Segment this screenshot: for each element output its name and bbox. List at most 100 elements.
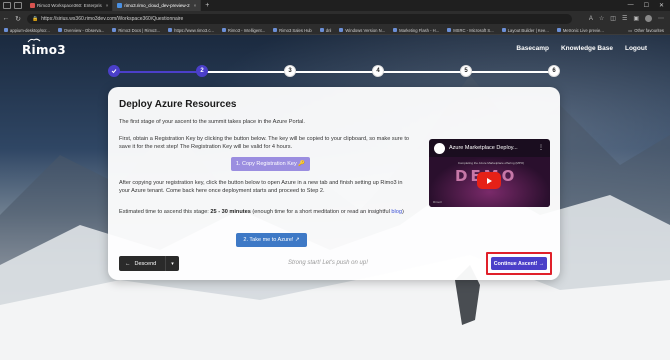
- estimate-end: ): [401, 209, 404, 215]
- bookmark-icon: [57, 28, 62, 32]
- bookmark-label: Metronic Live previe...: [562, 27, 604, 33]
- azure-button-label: 2. Take me to Azure!: [243, 237, 294, 243]
- video-embed[interactable]: Azure Marketplace Deploy... ⋮ Completing…: [429, 139, 550, 207]
- estimate-duration: 25 - 30 minutes: [210, 209, 251, 215]
- arrow-right-icon: →: [538, 260, 545, 267]
- favorite-star-icon[interactable]: ☆: [599, 15, 604, 22]
- step-connector-done: [114, 71, 202, 73]
- bookmark-label: appium-desktop/scr...: [10, 27, 50, 33]
- step-6: 6: [548, 65, 560, 77]
- step-4: 4: [372, 65, 384, 77]
- bookmark-label: Rimo3 - Intelligent...: [227, 27, 266, 33]
- collections-icon[interactable]: ▣: [633, 15, 639, 22]
- bookmark-icon: [339, 28, 344, 32]
- bookmark-item[interactable]: Rimo3 Sales Hub: [269, 28, 316, 33]
- bookmark-item[interactable]: Windows Version N...: [335, 28, 389, 33]
- step-5: 5: [460, 65, 472, 77]
- video-title[interactable]: Azure Marketplace Deploy...: [449, 145, 518, 151]
- bookmark-icon: [319, 28, 324, 32]
- other-favourites-label: Other favourites: [634, 27, 664, 33]
- nav-basecamp[interactable]: Basecamp: [516, 45, 549, 52]
- profile-avatar[interactable]: [645, 15, 652, 22]
- browser-tab-bar: Rimo3 Workspace360: Enterpris × rimo3.ri…: [0, 0, 670, 11]
- bookmark-icon: [4, 28, 8, 32]
- lock-icon: 🔒: [32, 15, 39, 22]
- tab-label: Rimo3 Workspace360: Enterpris: [37, 3, 102, 8]
- minimize-icon[interactable]: —: [628, 2, 634, 9]
- step-1-complete: [108, 65, 120, 77]
- bookmark-item[interactable]: Layout Builder | Kee...: [498, 28, 553, 33]
- split-screen-icon[interactable]: ◫: [610, 15, 616, 22]
- close-icon[interactable]: ×: [194, 3, 197, 8]
- external-link-icon: ↗: [294, 237, 300, 243]
- bookmark-icon: [168, 28, 173, 32]
- favorites-icon[interactable]: ☰: [622, 15, 627, 22]
- url-field[interactable]: 🔒 https://sirius.ws360.rimo3dev.com/Work…: [27, 13, 572, 24]
- chevron-down-icon[interactable]: ▾: [165, 256, 179, 271]
- checkmark-icon: [111, 69, 117, 74]
- nav-logout[interactable]: Logout: [625, 45, 647, 52]
- blog-link[interactable]: blog: [391, 209, 402, 215]
- play-button[interactable]: [477, 172, 501, 189]
- azure-instructions: After copying your registration key, cli…: [119, 180, 403, 194]
- estimate-prefix: Estimated time to ascend this stage:: [119, 209, 211, 215]
- bookmark-item[interactable]: appium-desktop/scr...: [0, 28, 54, 33]
- back-icon[interactable]: ←: [0, 15, 12, 22]
- window-controls: — ☐ ✕: [628, 2, 670, 9]
- bookmark-label: dnl: [325, 27, 332, 33]
- step-2-current: 2: [196, 65, 208, 77]
- bookmark-icon: [447, 28, 452, 32]
- bookmark-item[interactable]: Rimo3 Docs | Rimo3...: [108, 28, 164, 33]
- bookmark-item[interactable]: dnl: [316, 28, 336, 33]
- close-window-icon[interactable]: ✕: [659, 2, 664, 9]
- descend-button[interactable]: ← Descend ▾: [119, 256, 179, 271]
- take-me-to-azure-button[interactable]: 2. Take me to Azure! ↗: [236, 233, 307, 247]
- url-text: https://sirius.ws360.rimo3dev.com/Worksp…: [41, 15, 184, 22]
- bookmark-item[interactable]: Marketing Flash - H...: [389, 28, 443, 33]
- channel-avatar[interactable]: [434, 143, 445, 154]
- step-3: 3: [284, 65, 296, 77]
- close-icon[interactable]: ×: [106, 3, 109, 8]
- browser-tab-active[interactable]: rimo3.rimo_cloud_dev-preview-2 ×: [113, 0, 202, 11]
- bookmark-item[interactable]: MSRC - Microsoft S...: [443, 28, 497, 33]
- card-title: Deploy Azure Resources: [119, 99, 237, 110]
- window-menu-icon[interactable]: [3, 2, 11, 9]
- registration-instructions: First, obtain a Registration Key by clic…: [119, 136, 409, 150]
- intro-text: The first stage of your ascent to the su…: [119, 119, 305, 125]
- new-tab-icon[interactable]: +: [205, 2, 209, 9]
- bookmark-item[interactable]: Rimo3 - Intelligent...: [218, 28, 269, 33]
- tab-actions-icon[interactable]: [14, 2, 22, 9]
- rimo3-logo[interactable]: Rimo3: [22, 43, 66, 57]
- refresh-icon[interactable]: ↻: [12, 15, 24, 23]
- maximize-icon[interactable]: ☐: [644, 2, 649, 9]
- bookmark-label: Rimo3 Sales Hub: [279, 27, 312, 33]
- arrow-left-icon: ←: [125, 260, 131, 267]
- bookmark-icon: [393, 28, 398, 32]
- play-icon: [487, 177, 492, 184]
- top-navigation: Basecamp Knowledge Base Logout: [516, 45, 647, 52]
- encouragement-text: Strong start! Let's push on up!: [288, 260, 368, 266]
- app-favicon-icon: [117, 3, 123, 8]
- more-vert-icon[interactable]: ⋮: [538, 144, 544, 151]
- other-favourites[interactable]: ▭ Other favourites: [624, 28, 670, 33]
- copy-registration-key-button[interactable]: 1. Copy Registration Key 🔑: [231, 157, 310, 171]
- read-aloud-icon[interactable]: A: [589, 16, 593, 22]
- bookmark-label: Marketing Flash - H...: [399, 27, 440, 33]
- nav-knowledge-base[interactable]: Knowledge Base: [561, 45, 613, 52]
- key-icon: 🔑: [298, 161, 306, 167]
- bookmark-item[interactable]: Metronic Live previe...: [553, 28, 608, 33]
- bookmark-label: MSRC - Microsoft S...: [453, 27, 494, 33]
- bookmark-icon: [112, 28, 117, 32]
- more-menu-icon[interactable]: ⋯: [658, 15, 664, 22]
- app-viewport: Rimo3 Basecamp Knowledge Base Logout 2 3…: [0, 35, 670, 360]
- bookmark-item[interactable]: https://www.rimo3.c...: [164, 28, 218, 33]
- continue-label: Continue Ascent!: [493, 260, 538, 267]
- bookmark-item[interactable]: Overview - Observa...: [54, 28, 109, 33]
- rimo3-favicon-icon: [30, 3, 35, 8]
- bookmark-icon: [273, 28, 278, 32]
- bookmark-label: Rimo3 Docs | Rimo3...: [118, 27, 161, 33]
- continue-ascent-button[interactable]: Continue Ascent! →: [491, 257, 547, 270]
- bookmark-icon: [556, 28, 561, 32]
- browser-tab[interactable]: Rimo3 Workspace360: Enterpris ×: [26, 0, 114, 11]
- step-card: Deploy Azure Resources The first stage o…: [108, 87, 560, 280]
